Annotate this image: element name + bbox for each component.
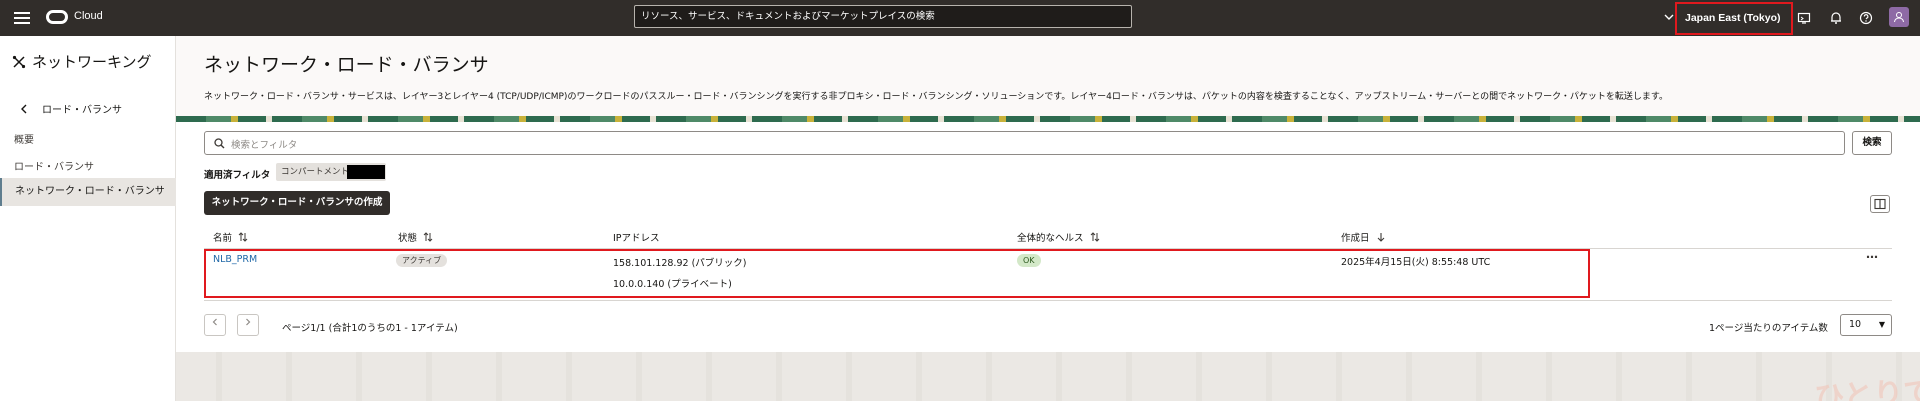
- prev-page-button[interactable]: [204, 314, 226, 336]
- cloud-shell-icon[interactable]: [1797, 11, 1811, 25]
- sidebar: ネットワーキング ロード・バランサ 概要 ロード・バランサ ネットワーク・ロード…: [0, 36, 176, 401]
- column-header-ip-label: IPアドレス: [613, 233, 660, 244]
- page-header: ネットワーク・ロード・バランサ ネットワーク・ロード・バランサ・サービスは、レイ…: [176, 36, 1920, 118]
- search-button[interactable]: 検索: [1852, 131, 1892, 155]
- menu-icon[interactable]: [14, 10, 30, 26]
- avatar[interactable]: [1889, 7, 1909, 27]
- nlb-name-link[interactable]: NLB_PRM: [213, 254, 257, 265]
- chevron-down-icon: ▼: [1878, 320, 1885, 329]
- sidebar-item-overview[interactable]: 概要: [14, 131, 34, 146]
- column-header-created-label: 作成日: [1341, 233, 1370, 244]
- column-header-health-label: 全体的なヘルス: [1017, 233, 1084, 244]
- search-filter-placeholder: 検索とフィルタ: [231, 140, 298, 151]
- items-per-page-value: 10: [1849, 319, 1862, 330]
- status-badge: アクティブ: [396, 254, 448, 267]
- sort-icon[interactable]: [238, 232, 248, 242]
- compartment-filter-chip[interactable]: コンパートメント: [276, 163, 386, 181]
- page-title: ネットワーク・ロード・バランサ: [204, 54, 489, 76]
- pagination-summary: ページ1/1 (合計1のうちの1 - 1アイテム): [282, 323, 458, 334]
- region-selector[interactable]: Japan East (Tokyo): [1675, 2, 1793, 35]
- column-header-state[interactable]: 状態: [398, 230, 433, 244]
- create-nlb-button[interactable]: ネットワーク・ロード・バランサの作成: [204, 191, 390, 215]
- arrow-down-icon[interactable]: [1376, 232, 1386, 242]
- applied-filters-label: 適用済フィルタ: [204, 170, 271, 181]
- sort-icon[interactable]: [423, 232, 433, 242]
- column-header-name[interactable]: 名前: [213, 230, 248, 244]
- sidebar-item-network-load-balancers[interactable]: ネットワーク・ロード・バランサ: [0, 178, 176, 206]
- column-settings-button[interactable]: [1870, 195, 1890, 213]
- ip-public: 158.101.128.92 (パブリック): [613, 258, 747, 269]
- created-date: 2025年4月15日(火) 8:55:48 UTC: [1341, 257, 1491, 268]
- ip-private: 10.0.0.140 (プライベート): [613, 279, 732, 290]
- next-page-button[interactable]: [237, 314, 259, 336]
- chevron-left-icon[interactable]: [20, 104, 28, 114]
- sidebar-back-link[interactable]: ロード・バランサ: [20, 101, 122, 116]
- search-icon: [214, 138, 225, 149]
- brand-label[interactable]: Cloud: [74, 10, 103, 22]
- sidebar-title-label: ネットワーキング: [32, 53, 152, 71]
- items-per-page-select[interactable]: 10 ▼: [1840, 314, 1892, 336]
- items-per-page-label: 1ページ当たりのアイテム数: [1709, 323, 1828, 334]
- sidebar-back-label[interactable]: ロード・バランサ: [42, 101, 122, 116]
- row-actions-icon[interactable]: ⋯: [1866, 250, 1879, 264]
- main-content: ネットワーク・ロード・バランサ ネットワーク・ロード・バランサ・サービスは、レイ…: [176, 36, 1920, 401]
- networking-icon: [12, 55, 26, 68]
- help-icon[interactable]: [1859, 11, 1873, 25]
- user-icon: [1894, 12, 1904, 23]
- compartment-chip-label: コンパートメント: [281, 167, 350, 177]
- column-header-created[interactable]: 作成日: [1341, 230, 1386, 244]
- chevron-down-icon[interactable]: [1664, 12, 1674, 22]
- sort-icon[interactable]: [1090, 232, 1100, 242]
- chevron-left-icon: [212, 318, 217, 326]
- column-header-state-label: 状態: [398, 233, 418, 244]
- global-search-input[interactable]: リソース、サービス、ドキュメントおよびマーケットプレイスの検索: [634, 5, 1132, 28]
- health-badge: OK: [1017, 254, 1041, 267]
- search-filter-input[interactable]: 検索とフィルタ: [204, 131, 1845, 155]
- page-description: ネットワーク・ロード・バランサ・サービスは、レイヤー3とレイヤー4 (TCP/U…: [204, 92, 1669, 102]
- top-bar: Cloud リソース、サービス、ドキュメントおよびマーケットプレイスの検索 Ja…: [0, 0, 1920, 36]
- list-panel: 検索とフィルタ 検索 適用済フィルタ コンパートメント ネットワーク・ロード・バ…: [176, 122, 1920, 352]
- column-header-name-label: 名前: [213, 233, 233, 244]
- oracle-logo-icon[interactable]: [46, 10, 68, 24]
- table-row-divider: [204, 300, 1892, 301]
- redacted-block: [347, 165, 385, 179]
- sidebar-item-load-balancers[interactable]: ロード・バランサ: [14, 158, 94, 173]
- chevron-right-icon: [246, 318, 251, 326]
- columns-icon: [1874, 198, 1886, 210]
- footer-pattern: [176, 352, 1920, 401]
- sidebar-title: ネットワーキング: [12, 51, 152, 72]
- column-header-ip: IPアドレス: [613, 230, 660, 244]
- column-header-health[interactable]: 全体的なヘルス: [1017, 230, 1100, 244]
- bell-icon[interactable]: [1829, 11, 1843, 25]
